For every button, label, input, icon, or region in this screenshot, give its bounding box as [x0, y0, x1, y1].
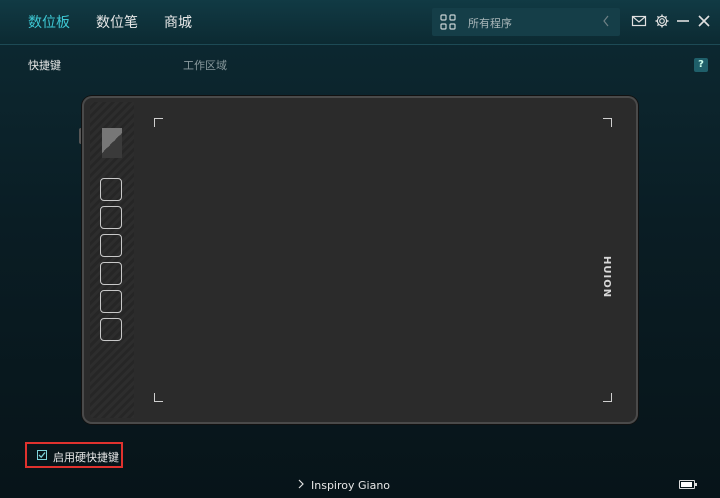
express-key-2[interactable]	[100, 206, 122, 229]
search-input[interactable]	[466, 12, 590, 34]
device-name: Inspiroy Giano	[311, 479, 391, 492]
subtab-shortcut-keys[interactable]: 快捷键	[28, 57, 61, 73]
tablet-illustration: HUION	[82, 96, 638, 424]
top-bar: 数位板 数位笔 商城	[0, 0, 720, 45]
minimize-icon[interactable]	[675, 13, 691, 29]
brand-logo: HUION	[601, 256, 612, 299]
tablet-indicator	[102, 128, 122, 158]
help-button[interactable]: ?	[694, 58, 708, 72]
chevron-right-icon	[298, 479, 304, 489]
tab-pen[interactable]: 数位笔	[96, 12, 138, 32]
close-icon[interactable]	[696, 13, 712, 29]
express-key-1[interactable]	[100, 178, 122, 201]
chevron-left-icon[interactable]	[602, 15, 610, 27]
corner-mark-bottom-right	[603, 393, 612, 402]
gear-icon[interactable]	[654, 13, 670, 29]
active-area	[138, 102, 628, 418]
tab-store[interactable]: 商城	[164, 12, 192, 32]
corner-mark-top-right	[603, 118, 612, 127]
subtab-work-area[interactable]: 工作区域	[183, 57, 227, 73]
express-key-4[interactable]	[100, 262, 122, 285]
express-key-3[interactable]	[100, 234, 122, 257]
battery-level	[681, 482, 692, 487]
enable-hardware-shortcuts-highlight: 启用硬快捷键	[25, 442, 123, 468]
app-grid-icon[interactable]	[440, 14, 456, 30]
device-selector[interactable]: Inspiroy Giano	[297, 479, 390, 492]
enable-hardware-shortcuts-checkbox[interactable]	[37, 450, 47, 460]
corner-mark-bottom-left	[154, 393, 163, 402]
express-key-6[interactable]	[100, 318, 122, 341]
checkmark-icon	[38, 452, 46, 459]
battery-icon	[679, 480, 697, 489]
corner-mark-top-left	[154, 118, 163, 127]
tab-tablet[interactable]: 数位板	[28, 12, 70, 32]
express-key-panel	[90, 102, 134, 418]
app-search	[432, 8, 620, 36]
battery-nub	[695, 483, 697, 486]
enable-hardware-shortcuts-label[interactable]: 启用硬快捷键	[53, 449, 119, 465]
express-key-5[interactable]	[100, 290, 122, 313]
mail-icon[interactable]	[631, 13, 647, 29]
